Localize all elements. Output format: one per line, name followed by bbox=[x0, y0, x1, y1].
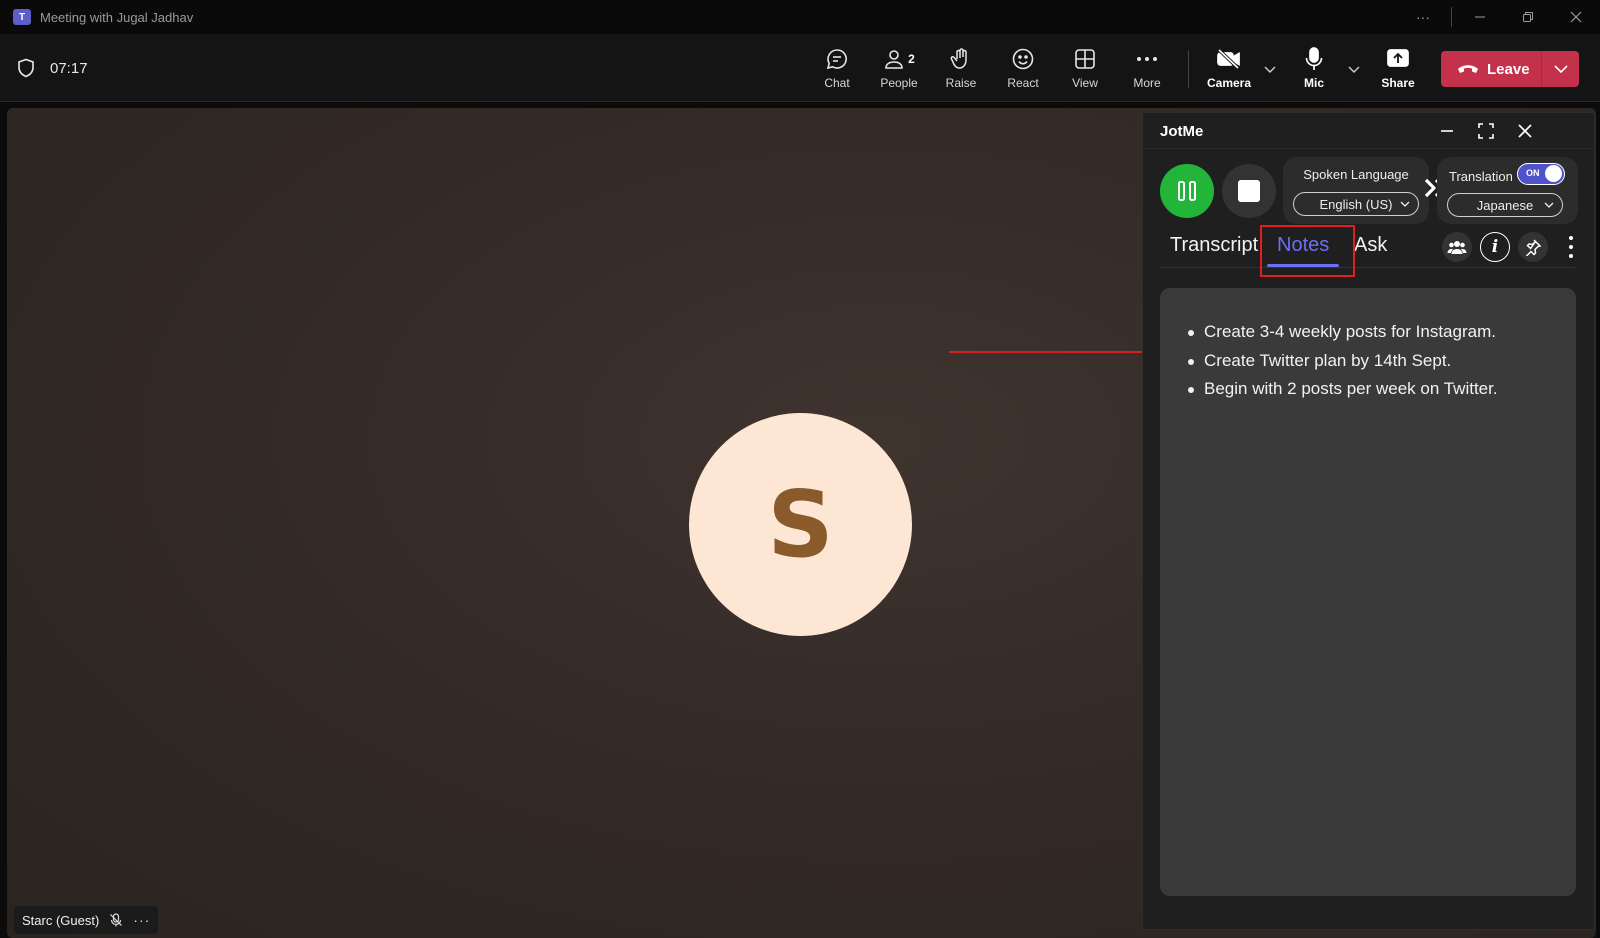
notes-highlight-box bbox=[1260, 225, 1355, 277]
stop-icon bbox=[1238, 180, 1260, 202]
translation-toggle[interactable]: ON bbox=[1517, 163, 1565, 185]
stop-recording-button[interactable] bbox=[1222, 164, 1276, 218]
share-icon bbox=[1385, 46, 1411, 72]
panel-more-icon[interactable] bbox=[1568, 236, 1574, 258]
hang-up-icon bbox=[1458, 65, 1478, 73]
people-icon: 2 bbox=[879, 46, 919, 72]
participants-button[interactable] bbox=[1442, 232, 1472, 262]
share-button[interactable]: Share bbox=[1370, 46, 1426, 96]
chat-icon bbox=[824, 46, 850, 72]
toggle-state: ON bbox=[1526, 168, 1540, 178]
react-label: React bbox=[1007, 76, 1039, 90]
pin-button[interactable] bbox=[1518, 232, 1548, 262]
mic-options-chevron-icon[interactable] bbox=[1347, 62, 1361, 76]
more-label: More bbox=[1133, 76, 1161, 90]
view-button[interactable]: View bbox=[1057, 46, 1113, 96]
mic-label: Mic bbox=[1303, 76, 1324, 90]
chevron-down-icon bbox=[1544, 202, 1554, 208]
notes-list: Create 3-4 weekly posts for Instagram. C… bbox=[1188, 318, 1498, 404]
chat-button[interactable]: Chat bbox=[809, 46, 865, 96]
window-more-icon[interactable]: ··· bbox=[1399, 0, 1447, 34]
teams-logo-icon: T bbox=[13, 9, 31, 25]
translation-card: Translation ON Japanese bbox=[1437, 157, 1578, 224]
raise-hand-button[interactable]: Raise bbox=[933, 46, 989, 96]
ellipsis-icon bbox=[1134, 46, 1160, 72]
notes-content: Create 3-4 weekly posts for Instagram. C… bbox=[1160, 288, 1576, 896]
translation-language-select[interactable]: Japanese bbox=[1447, 193, 1563, 217]
jotme-header: JotMe bbox=[1143, 113, 1594, 149]
spoken-language-value: English (US) bbox=[1319, 196, 1393, 212]
info-button[interactable]: i bbox=[1480, 232, 1510, 262]
restore-button[interactable] bbox=[1504, 0, 1552, 34]
tab-ask[interactable]: Ask bbox=[1354, 234, 1387, 257]
leave-button[interactable]: Leave bbox=[1441, 51, 1579, 87]
expand-panel-icon[interactable] bbox=[1476, 121, 1496, 141]
spoken-language-title: Spoken Language bbox=[1303, 167, 1409, 182]
translation-language-value: Japanese bbox=[1476, 197, 1534, 213]
avatar-initial: S bbox=[767, 471, 834, 578]
pause-recording-button[interactable] bbox=[1160, 164, 1214, 218]
raise-label: Raise bbox=[945, 76, 977, 90]
close-window-button[interactable] bbox=[1552, 0, 1600, 34]
more-button[interactable]: More bbox=[1119, 46, 1175, 96]
divider bbox=[1451, 7, 1452, 27]
view-label: View bbox=[1072, 76, 1098, 90]
jotme-tabs: Transcript Notes Ask bbox=[1160, 228, 1575, 268]
camera-label: Camera bbox=[1206, 76, 1252, 90]
mic-icon bbox=[1301, 46, 1327, 72]
minimize-button[interactable] bbox=[1456, 0, 1504, 34]
shield-icon bbox=[18, 58, 34, 78]
people-button[interactable]: 2 People bbox=[871, 46, 927, 96]
window-title: Meeting with Jugal Jadhav bbox=[40, 9, 194, 25]
mic-off-icon bbox=[110, 913, 123, 927]
leave-label: Leave bbox=[1487, 60, 1530, 78]
info-icon: i bbox=[1491, 237, 1499, 257]
note-item: Create 3-4 weekly posts for Instagram. bbox=[1188, 318, 1498, 347]
leave-divider bbox=[1541, 51, 1542, 87]
people-label: People bbox=[880, 76, 918, 90]
toggle-knob bbox=[1545, 165, 1562, 182]
hand-icon bbox=[948, 46, 974, 72]
toolbar-divider bbox=[1188, 50, 1189, 88]
translation-title: Translation bbox=[1449, 169, 1513, 184]
title-bar: T Meeting with Jugal Jadhav ··· bbox=[0, 0, 1600, 34]
chat-label: Chat bbox=[824, 76, 850, 90]
smiley-icon bbox=[1010, 46, 1036, 72]
minimize-panel-icon[interactable] bbox=[1437, 121, 1457, 141]
note-item: Create Twitter plan by 14th Sept. bbox=[1188, 347, 1498, 376]
meeting-toolbar: 07:17 Chat 2 People Raise React View Mor… bbox=[0, 34, 1600, 102]
share-label: Share bbox=[1381, 76, 1415, 90]
leave-options-chevron-icon[interactable] bbox=[1553, 62, 1569, 76]
note-item: Begin with 2 posts per week on Twitter. bbox=[1188, 375, 1498, 404]
camera-button[interactable]: Camera bbox=[1201, 46, 1257, 96]
window-controls: ··· bbox=[1399, 0, 1600, 34]
spoken-language-card: Spoken Language English (US) bbox=[1283, 157, 1429, 224]
tab-transcript[interactable]: Transcript bbox=[1170, 234, 1258, 257]
participant-name: Starc (Guest) bbox=[22, 912, 100, 928]
camera-options-chevron-icon[interactable] bbox=[1263, 62, 1277, 76]
camera-off-icon bbox=[1216, 46, 1242, 72]
spoken-language-select[interactable]: English (US) bbox=[1293, 192, 1419, 216]
react-button[interactable]: React bbox=[995, 46, 1051, 96]
pause-icon bbox=[1178, 181, 1196, 201]
jotme-panel: JotMe Spoken Language English (US) Trans… bbox=[1142, 112, 1595, 930]
meeting-timer: 07:17 bbox=[50, 60, 88, 77]
jotme-brand: JotMe bbox=[1160, 123, 1204, 140]
grid-icon bbox=[1072, 46, 1098, 72]
people-count-badge: 2 bbox=[908, 52, 915, 66]
chevron-down-icon bbox=[1400, 201, 1410, 207]
participant-avatar: S bbox=[689, 413, 912, 636]
pin-icon bbox=[1525, 239, 1542, 256]
participant-name-tag: Starc (Guest) ··· bbox=[14, 906, 159, 934]
group-icon bbox=[1447, 241, 1467, 254]
participant-more-icon[interactable]: ··· bbox=[133, 912, 150, 928]
mic-button[interactable]: Mic bbox=[1286, 46, 1342, 96]
close-panel-icon[interactable] bbox=[1515, 121, 1535, 141]
